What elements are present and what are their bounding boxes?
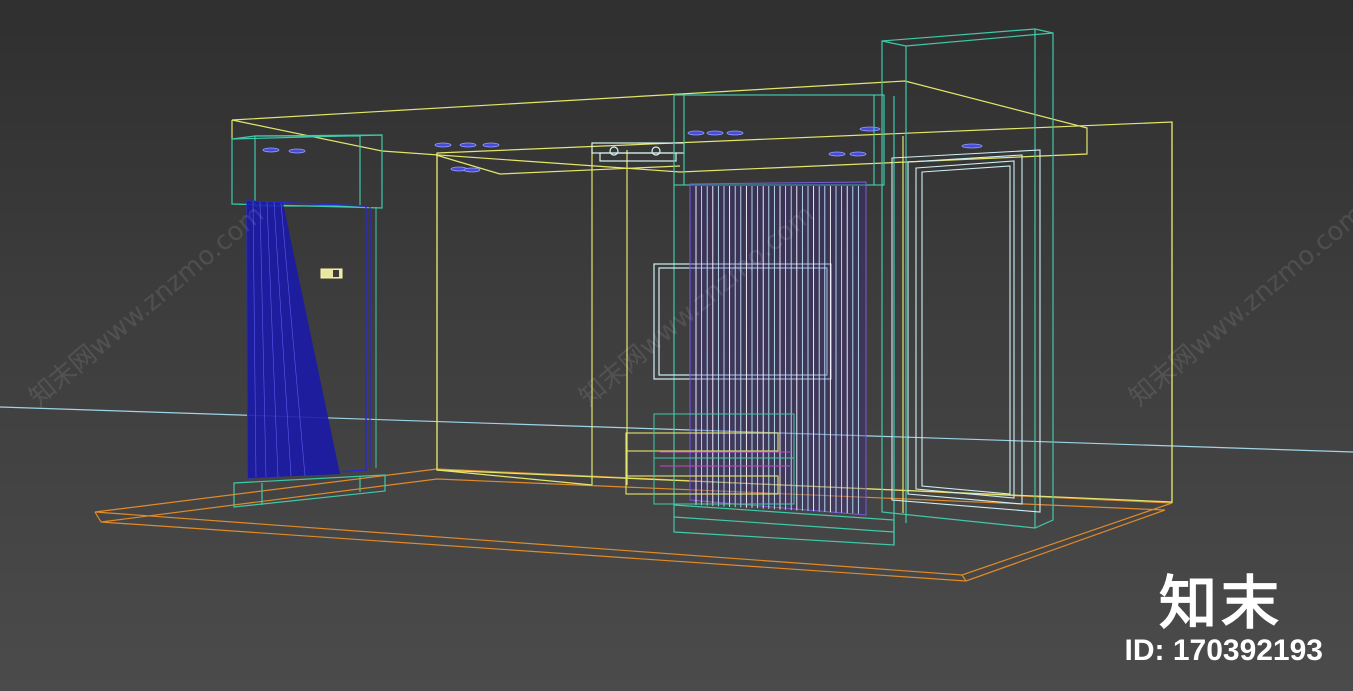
entrance-header-box [231, 134, 383, 209]
light-switch-icon [320, 268, 343, 279]
slatted-screen-outline [689, 181, 867, 516]
slatted-screen [689, 181, 867, 516]
brand-logo: 知末 [1158, 569, 1283, 637]
wardrobe-door-frame [891, 149, 1041, 513]
entrance-door [246, 200, 377, 479]
model-id-label: ID: 170392193 [1124, 634, 1324, 667]
3d-wireframe-viewport[interactable] [0, 0, 1353, 691]
